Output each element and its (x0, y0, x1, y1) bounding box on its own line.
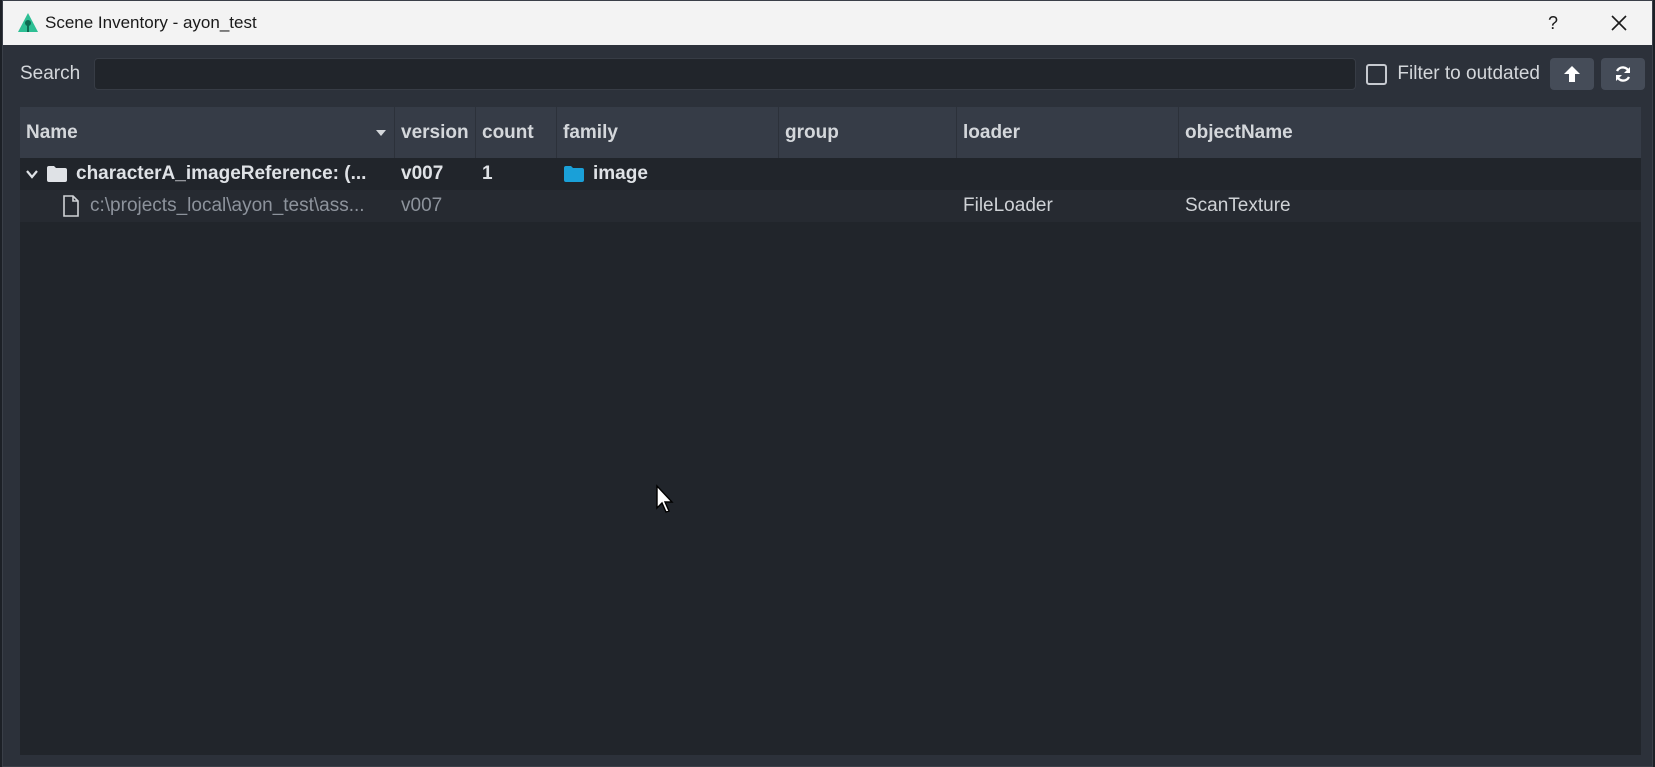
version-cell: v007 (401, 195, 443, 216)
close-icon (1611, 15, 1627, 31)
mouse-cursor-icon (656, 484, 674, 513)
filter-outdated-toggle[interactable]: Filter to outdated (1366, 63, 1540, 85)
column-header-label: loader (963, 121, 1021, 143)
item-path: c:\projects_local\ayon_test\ass... (90, 195, 365, 216)
count-cell (476, 190, 557, 222)
window-bottom-edge (3, 756, 1652, 766)
family-cell: image (557, 158, 779, 190)
column-header-group[interactable]: group (779, 107, 957, 158)
column-header-label: count (482, 121, 534, 143)
scene-inventory-window: Scene Inventory - ayon_test ? Search Fil… (2, 0, 1653, 767)
family-label: image (593, 163, 648, 184)
chevron-down-icon[interactable] (24, 166, 40, 182)
loader-cell (957, 158, 1179, 190)
filter-outdated-label: Filter to outdated (1397, 63, 1540, 84)
filter-outdated-checkbox[interactable] (1366, 63, 1388, 85)
column-header-label: family (563, 121, 618, 143)
column-header-label: objectName (1185, 121, 1293, 143)
close-button[interactable] (1586, 1, 1652, 45)
family-cell (557, 190, 779, 222)
container-name: characterA_imageReference: (... (76, 163, 367, 184)
tree-row-group[interactable]: characterA_imageReference: (... v007 1 i… (20, 158, 1641, 190)
ayon-logo-icon (18, 13, 38, 32)
column-header-label: group (785, 121, 839, 143)
column-header-loader[interactable]: loader (957, 107, 1179, 158)
column-header-family[interactable]: family (557, 107, 779, 158)
title-bar: Scene Inventory - ayon_test ? (3, 1, 1652, 45)
group-cell (779, 158, 957, 190)
tree-row-item[interactable]: c:\projects_local\ayon_test\ass... v007 … (20, 190, 1641, 222)
refresh-icon (1615, 66, 1631, 82)
arrow-up-icon (1564, 66, 1580, 82)
update-to-latest-button[interactable] (1550, 58, 1594, 90)
count-cell: 1 (482, 163, 493, 184)
family-folder-icon (564, 166, 584, 182)
column-header-version[interactable]: version (395, 107, 476, 158)
window-title: Scene Inventory - ayon_test (45, 13, 257, 32)
search-label: Search (20, 63, 81, 84)
help-button[interactable]: ? (1520, 1, 1586, 45)
search-input[interactable] (94, 58, 1357, 90)
toolbar: Search Filter to outdated (3, 45, 1652, 103)
objectname-cell: ScanTexture (1185, 195, 1291, 216)
inventory-tree[interactable]: Name version count family group loader o… (20, 107, 1641, 755)
refresh-button[interactable] (1601, 58, 1645, 90)
name-cell: c:\projects_local\ayon_test\ass... (20, 190, 395, 222)
sort-descending-icon (376, 130, 386, 136)
objectname-cell (1179, 158, 1641, 190)
column-header-count[interactable]: count (476, 107, 557, 158)
column-header-label: Name (26, 121, 78, 143)
column-header-objectname[interactable]: objectName (1179, 107, 1641, 158)
loader-cell: FileLoader (963, 195, 1053, 216)
file-icon (63, 195, 79, 217)
group-cell (779, 190, 957, 222)
name-cell: characterA_imageReference: (... (20, 158, 395, 190)
folder-icon (47, 166, 67, 182)
tree-header: Name version count family group loader o… (20, 107, 1641, 158)
column-header-name[interactable]: Name (20, 107, 395, 158)
version-cell: v007 (401, 163, 444, 184)
column-header-label: version (401, 121, 469, 143)
